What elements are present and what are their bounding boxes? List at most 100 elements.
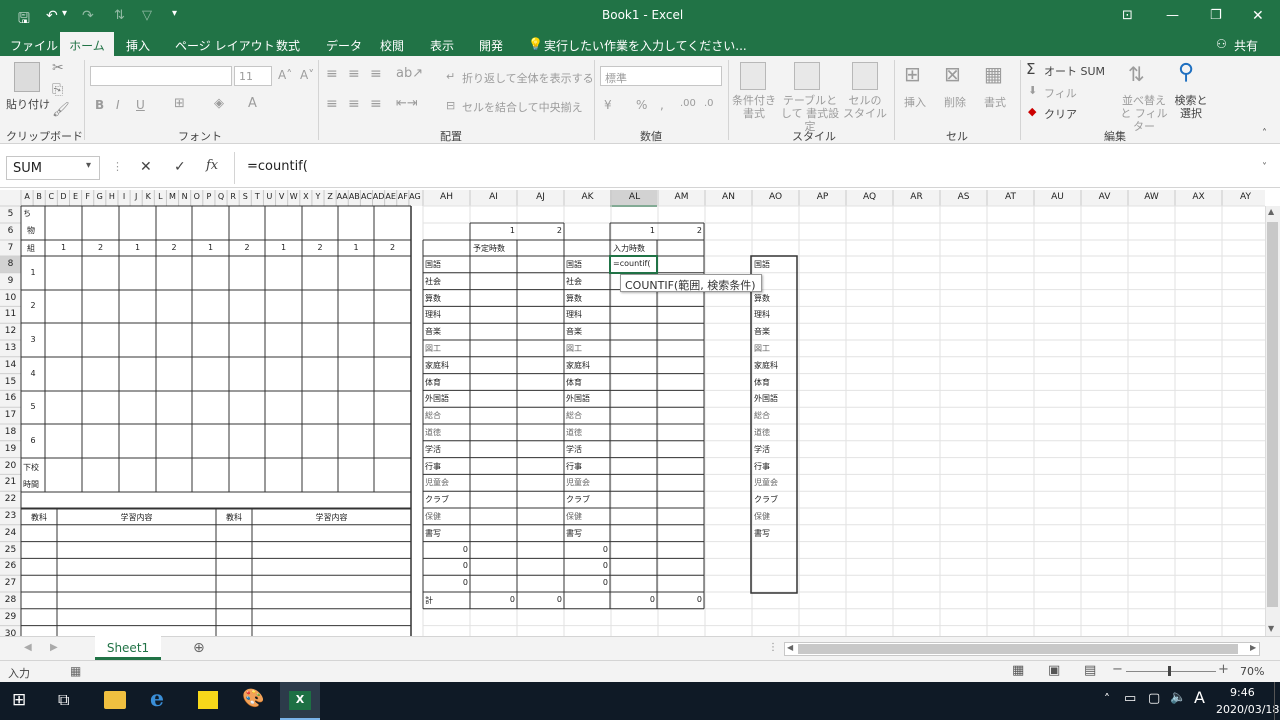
wrap-text-button[interactable]: 折り返して全体を表示する	[462, 70, 594, 86]
format-painter-icon[interactable]: 🖌	[52, 102, 70, 118]
conditional-format-button[interactable]: 条件付き 書式	[732, 94, 776, 120]
maximize-icon[interactable]: ❐	[1210, 8, 1222, 23]
sort-icon[interactable]: ⇅	[114, 8, 125, 23]
save-icon[interactable]: 🖫	[18, 8, 30, 32]
cell-styles-icon[interactable]	[852, 62, 878, 90]
horizontal-scroll-thumb[interactable]	[798, 644, 1238, 654]
wrap-text-icon[interactable]: ↵	[446, 70, 455, 83]
collapse-ribbon-icon[interactable]: ˄	[1262, 128, 1267, 139]
bold-button[interactable]: B	[95, 98, 104, 112]
sticky-notes-icon[interactable]	[198, 691, 218, 709]
macro-record-icon[interactable]: ▦	[70, 664, 81, 678]
cut-icon[interactable]: ✂	[52, 60, 64, 76]
currency-icon[interactable]: ¥	[604, 98, 612, 112]
paint-icon[interactable]: 🎨	[242, 688, 264, 709]
italic-button[interactable]: I	[116, 98, 120, 112]
paste-button[interactable]: 貼り付け	[6, 96, 50, 112]
tab-developer[interactable]: 開発	[479, 37, 503, 54]
cell-styles-button[interactable]: セルの スタイル	[842, 94, 888, 120]
tab-insert[interactable]: 挿入	[126, 37, 150, 54]
comma-icon[interactable]: ,	[660, 98, 664, 112]
align-middle-icon[interactable]: ≡	[348, 66, 360, 82]
autosum-icon[interactable]: Σ	[1026, 60, 1035, 78]
expand-formula-icon[interactable]: ˅	[1262, 162, 1267, 173]
ribbon-display-icon[interactable]: ⊡	[1122, 8, 1133, 23]
fill-icon[interactable]: ⬇	[1028, 84, 1037, 97]
number-format-box[interactable]: 標準	[600, 66, 722, 86]
font-color-icon[interactable]: A	[248, 96, 257, 111]
vertical-scroll-thumb[interactable]	[1267, 222, 1278, 607]
scroll-down-icon[interactable]: ▼	[1268, 624, 1274, 633]
redo-icon[interactable]: ↷	[82, 8, 94, 24]
scroll-up-icon[interactable]: ▲	[1268, 207, 1274, 216]
next-sheet-icon[interactable]: ▶	[50, 642, 58, 653]
zoom-slider-thumb[interactable]	[1168, 666, 1171, 676]
tab-data[interactable]: データ	[326, 37, 362, 54]
cancel-icon[interactable]: ✕	[140, 159, 152, 175]
percent-icon[interactable]: %	[636, 98, 647, 112]
undo-dropdown-icon[interactable]: ▾	[62, 8, 67, 19]
undo-icon[interactable]: ↶	[46, 8, 58, 24]
zoom-out-icon[interactable]: −	[1112, 662, 1123, 677]
zoom-in-icon[interactable]: +	[1218, 662, 1229, 677]
merge-center-button[interactable]: セルを結合して中央揃え	[462, 99, 583, 115]
paste-icon[interactable]	[14, 62, 40, 92]
align-left-icon[interactable]: ≡	[326, 96, 338, 112]
close-icon[interactable]: ✕	[1252, 8, 1264, 24]
share-button[interactable]: 共有	[1234, 37, 1258, 54]
decrease-decimal-icon[interactable]: .0	[704, 98, 714, 109]
scroll-right-icon[interactable]: ▶	[1250, 643, 1256, 652]
sheet-tab-sheet1[interactable]: Sheet1	[95, 636, 161, 660]
clear-button[interactable]: クリア	[1044, 106, 1077, 122]
sort-filter-icon[interactable]: ⇅	[1128, 62, 1145, 86]
increase-font-icon[interactable]: A˄	[278, 68, 292, 82]
volume-icon[interactable]: 🔈	[1170, 690, 1186, 705]
ime-indicator[interactable]: A	[1194, 688, 1205, 707]
align-right-icon[interactable]: ≡	[370, 96, 382, 112]
conditional-format-icon[interactable]	[740, 62, 766, 90]
page-break-view-icon[interactable]: ▤	[1084, 663, 1096, 678]
tab-file[interactable]: ファイル	[10, 37, 58, 54]
underline-button[interactable]: U	[136, 98, 145, 112]
find-select-button[interactable]: 検索と 選択	[1172, 94, 1210, 120]
tell-me-box[interactable]: 実行したい作業を入力してください...	[544, 37, 747, 54]
tab-formulas[interactable]: 数式	[276, 37, 300, 54]
scroll-left-icon[interactable]: ◀	[787, 643, 793, 652]
merge-icon[interactable]: ⊟	[446, 99, 455, 112]
align-bottom-icon[interactable]: ≡	[370, 66, 382, 82]
battery-icon[interactable]: ▭	[1124, 691, 1136, 706]
file-explorer-icon[interactable]	[104, 691, 126, 709]
insert-cells-button[interactable]: 挿入	[904, 94, 926, 110]
tab-page-layout[interactable]: ページ レイアウト	[175, 37, 275, 54]
align-center-icon[interactable]: ≡	[348, 96, 360, 112]
insert-function-icon[interactable]: fx	[206, 158, 218, 173]
prev-sheet-icon[interactable]: ◀	[24, 642, 32, 653]
autosum-button[interactable]: オート SUM	[1044, 63, 1105, 79]
zoom-level[interactable]: 70%	[1240, 665, 1264, 678]
tray-expand-icon[interactable]: ˄	[1104, 692, 1110, 706]
name-box-dropdown-icon[interactable]: ▾	[86, 160, 91, 171]
clear-icon[interactable]: ◆	[1028, 105, 1036, 118]
format-as-table-icon[interactable]	[794, 62, 820, 90]
delete-cells-button[interactable]: 削除	[944, 94, 966, 110]
new-sheet-icon[interactable]: ⊕	[193, 640, 205, 656]
formula-input[interactable]: =countif(	[234, 152, 1274, 184]
insert-cells-icon[interactable]: ⊞	[904, 62, 921, 86]
page-layout-view-icon[interactable]: ▣	[1048, 663, 1060, 678]
windows-start-icon[interactable]: ⊞	[12, 690, 26, 710]
copy-icon[interactable]: ⎘	[52, 82, 63, 98]
fill-button[interactable]: フィル	[1044, 85, 1077, 101]
zoom-slider[interactable]	[1126, 671, 1216, 672]
fill-color-icon[interactable]: ◈	[214, 96, 224, 111]
internet-explorer-icon[interactable]: e	[150, 686, 164, 712]
decrease-font-icon[interactable]: A˅	[300, 68, 314, 82]
minimize-icon[interactable]: —	[1166, 8, 1179, 23]
font-size-box[interactable]: 11	[234, 66, 272, 86]
filter-icon[interactable]: ▽	[142, 8, 152, 23]
format-cells-button[interactable]: 書式	[984, 94, 1006, 110]
function-tooltip[interactable]: COUNTIF(範囲, 検索条件)	[620, 274, 762, 292]
clock-date[interactable]: 2020/03/18	[1216, 703, 1279, 716]
tab-home[interactable]: ホーム	[60, 32, 114, 56]
orientation-icon[interactable]: ab↗	[396, 66, 423, 81]
find-select-icon[interactable]: ⚲	[1178, 60, 1194, 85]
